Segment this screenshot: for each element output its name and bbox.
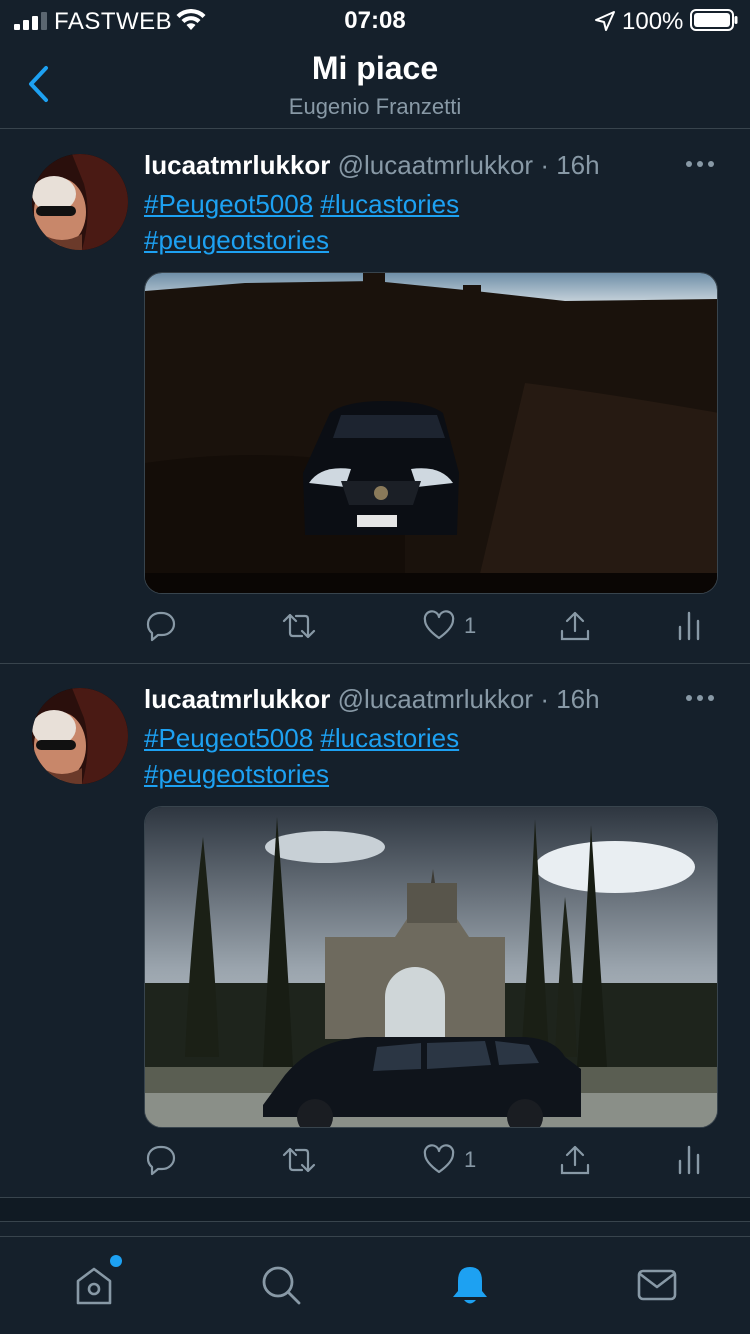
tweet-text: #Peugeot5008 #lucastories #peugeotstorie… (144, 720, 704, 792)
hashtag-link[interactable]: #peugeotstories (144, 225, 329, 255)
retweet-button[interactable] (282, 1140, 316, 1180)
tweet[interactable]: lucaatmrlukkor @lucaatmrlukkor · 16h #Pe… (0, 130, 750, 664)
analytics-button[interactable] (672, 1140, 706, 1180)
analytics-icon (678, 611, 700, 641)
home-icon (76, 1267, 112, 1305)
retweet-icon (282, 613, 316, 639)
bell-icon (453, 1267, 487, 1304)
tweet-text: #Peugeot5008 #lucastories #peugeotstorie… (144, 186, 704, 258)
like-button[interactable]: 1 (422, 1140, 476, 1180)
hashtag-link[interactable]: #Peugeot5008 (144, 723, 313, 753)
car-night-photo (145, 273, 717, 593)
author-handle: @lucaatmrlukkor (337, 150, 534, 180)
avatar-image (32, 154, 128, 250)
share-button[interactable] (558, 1140, 592, 1180)
tweet-photo[interactable] (144, 272, 718, 594)
hashtag-link[interactable]: #Peugeot5008 (144, 189, 313, 219)
battery-percentage: 100% (622, 8, 684, 35)
analytics-icon (678, 1145, 700, 1175)
hashtag-link[interactable]: #peugeotstories (144, 759, 329, 789)
new-content-indicator (110, 1255, 122, 1267)
author-name[interactable]: lucaatmrlukkor (144, 684, 330, 714)
tab-home[interactable] (72, 1255, 122, 1307)
like-count: 1 (464, 1147, 477, 1172)
more-icon[interactable] (684, 688, 716, 708)
feed-separator (0, 1198, 750, 1222)
reply-button[interactable] (144, 606, 178, 646)
share-button[interactable] (558, 606, 592, 646)
tweet-time: · 16h (540, 150, 600, 180)
tweet-actions: 1 (144, 606, 718, 646)
mail-icon (637, 1269, 677, 1301)
more-icon[interactable] (684, 154, 716, 174)
reply-icon (146, 611, 176, 642)
tweet-time: · 16h (540, 684, 600, 714)
retweet-icon (282, 1147, 316, 1173)
heart-icon (423, 610, 455, 640)
tab-bar (0, 1236, 750, 1334)
tab-messages[interactable] (635, 1263, 679, 1307)
tweet-photo[interactable] (144, 806, 718, 1128)
author-name[interactable]: lucaatmrlukkor (144, 150, 330, 180)
tweet-meta: lucaatmrlukkor @lucaatmrlukkor · 16h (144, 150, 600, 181)
like-button[interactable]: 1 (422, 606, 476, 646)
tweet-actions: 1 (144, 1140, 718, 1180)
hashtag-link[interactable]: #lucastories (320, 723, 459, 753)
tweet-meta: lucaatmrlukkor @lucaatmrlukkor · 16h (144, 684, 600, 715)
page-title: Mi piace (311, 50, 439, 86)
share-icon (560, 1145, 590, 1175)
retweet-button[interactable] (282, 606, 316, 646)
status-bar: FASTWEB 07:08 100% (0, 0, 750, 40)
search-icon (262, 1266, 301, 1305)
tab-notifications[interactable] (448, 1263, 492, 1307)
avatar[interactable] (32, 154, 128, 250)
hashtag-link[interactable]: #lucastories (320, 189, 459, 219)
avatar-image (32, 688, 128, 784)
reply-icon (146, 1145, 176, 1176)
page-subtitle: Eugenio Franzetti (288, 94, 462, 119)
heart-icon (423, 1144, 455, 1174)
battery-icon (690, 9, 738, 31)
location-arrow-icon (595, 11, 615, 31)
page-header: Mi piace Eugenio Franzetti (0, 40, 750, 129)
car-arch-photo (145, 807, 717, 1127)
tweet[interactable]: lucaatmrlukkor @lucaatmrlukkor · 16h #Pe… (0, 664, 750, 1198)
tab-search[interactable] (259, 1263, 303, 1307)
author-handle: @lucaatmrlukkor (337, 684, 534, 714)
avatar[interactable] (32, 688, 128, 784)
analytics-button[interactable] (672, 606, 706, 646)
reply-button[interactable] (144, 1140, 178, 1180)
like-count: 1 (464, 613, 477, 638)
share-icon (560, 611, 590, 641)
